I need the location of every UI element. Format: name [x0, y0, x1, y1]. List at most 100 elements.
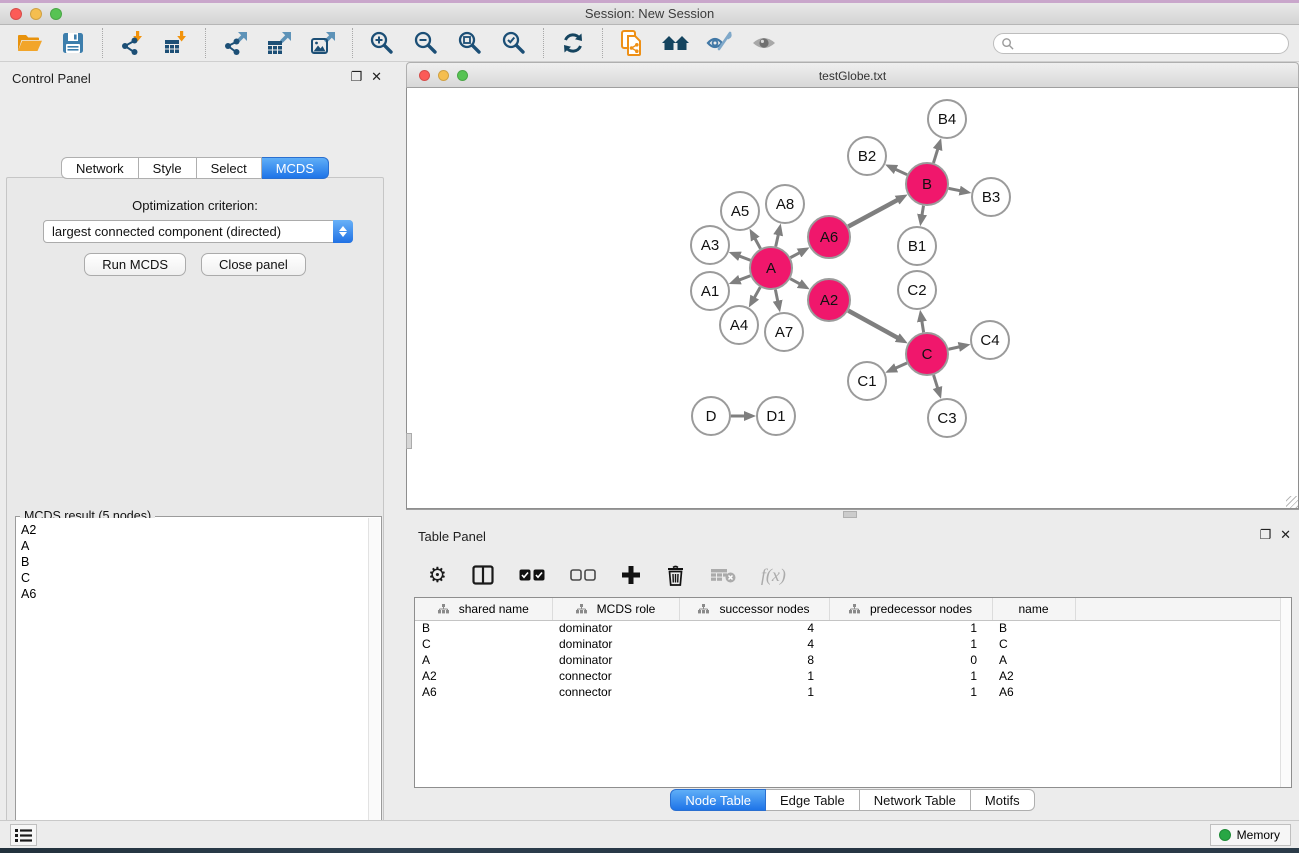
- graph-node-D1[interactable]: D1: [757, 397, 795, 435]
- search-input[interactable]: [1014, 35, 1288, 52]
- tab-select[interactable]: Select: [197, 157, 262, 179]
- graph-node-B[interactable]: B: [906, 163, 948, 205]
- graph-edge-A-A6[interactable]: [790, 253, 799, 258]
- tab-edge-table[interactable]: Edge Table: [766, 789, 860, 811]
- function-builder-icon[interactable]: f(x): [761, 565, 786, 586]
- import-table-icon[interactable]: [161, 28, 191, 58]
- graph-edge-C-C3[interactable]: [934, 375, 938, 388]
- graph-node-B4[interactable]: B4: [928, 100, 966, 138]
- float-table-panel-icon[interactable]: ❐: [1259, 528, 1271, 542]
- graph-edge-B-B2[interactable]: [895, 169, 907, 175]
- graph-node-A2[interactable]: A2: [808, 279, 850, 321]
- graph-node-A6[interactable]: A6: [808, 216, 850, 258]
- graph-node-D[interactable]: D: [692, 397, 730, 435]
- close-panel-button[interactable]: Close panel: [201, 253, 306, 276]
- export-network-icon[interactable]: [220, 28, 250, 58]
- zoom-in-icon[interactable]: [367, 28, 397, 58]
- table-row[interactable]: Adominator80A: [415, 652, 1281, 668]
- graph-node-B1[interactable]: B1: [898, 227, 936, 265]
- open-file-icon[interactable]: [14, 28, 44, 58]
- graph-node-C3[interactable]: C3: [928, 399, 966, 437]
- delete-column-trash-icon[interactable]: [666, 565, 685, 586]
- deselect-all-checkboxes-icon[interactable]: [570, 569, 596, 581]
- column-header-name[interactable]: name: [992, 598, 1075, 620]
- graph-node-A7[interactable]: A7: [765, 313, 803, 351]
- mcds-result-item[interactable]: B: [21, 554, 368, 570]
- mcds-result-item[interactable]: A6: [21, 586, 368, 602]
- graph-node-A[interactable]: A: [750, 247, 792, 289]
- graph-edge-B-B1[interactable]: [922, 206, 924, 216]
- tab-network[interactable]: Network: [61, 157, 139, 179]
- add-column-icon[interactable]: [621, 565, 641, 585]
- column-header-successor-nodes[interactable]: successor nodes: [679, 598, 829, 620]
- export-table-icon[interactable]: [264, 28, 294, 58]
- task-history-button[interactable]: [10, 824, 37, 846]
- mcds-result-item[interactable]: A: [21, 538, 368, 554]
- new-network-from-selection-icon[interactable]: [617, 28, 647, 58]
- zoom-out-icon[interactable]: [411, 28, 441, 58]
- float-panel-icon[interactable]: ❐: [350, 70, 362, 84]
- mcds-result-item[interactable]: A2: [21, 522, 368, 538]
- graph-node-B2[interactable]: B2: [848, 137, 886, 175]
- network-window-titlebar[interactable]: testGlobe.txt: [406, 62, 1299, 88]
- import-network-icon[interactable]: [117, 28, 147, 58]
- table-scrollbar[interactable]: [1280, 598, 1291, 787]
- graph-node-C1[interactable]: C1: [848, 362, 886, 400]
- graph-edge-A-A4[interactable]: [754, 287, 760, 298]
- column-layout-icon[interactable]: [472, 565, 494, 585]
- criterion-dropdown[interactable]: largest connected component (directed): [43, 220, 353, 243]
- graph-edge-A-A2[interactable]: [790, 279, 800, 284]
- network-canvas[interactable]: B4B2BB3A8A5A6A3B1AC2A1A2A4A7C4CC1DD1C3: [406, 88, 1299, 509]
- canvas-resize-corner[interactable]: [1286, 496, 1298, 508]
- table-settings-gear-icon[interactable]: ⚙: [428, 565, 447, 586]
- first-neighbors-icon[interactable]: [661, 28, 691, 58]
- graph-edge-B-B3[interactable]: [949, 188, 961, 190]
- tab-node-table[interactable]: Node Table: [670, 789, 766, 811]
- zoom-selected-icon[interactable]: [499, 28, 529, 58]
- canvas-left-grip[interactable]: [406, 433, 412, 449]
- tab-mcds[interactable]: MCDS: [262, 157, 329, 179]
- graph-node-C[interactable]: C: [906, 333, 948, 375]
- tab-network-table[interactable]: Network Table: [860, 789, 971, 811]
- graph-node-A3[interactable]: A3: [691, 226, 729, 264]
- graph-edge-A-A3[interactable]: [739, 256, 750, 260]
- mcds-list-scrollbar[interactable]: [368, 518, 380, 853]
- zoom-fit-icon[interactable]: [455, 28, 485, 58]
- show-all-icon[interactable]: [749, 28, 779, 58]
- graph-node-A1[interactable]: A1: [691, 272, 729, 310]
- graph-node-A4[interactable]: A4: [720, 306, 758, 344]
- graph-edge-B-B4[interactable]: [933, 149, 937, 163]
- memory-button[interactable]: Memory: [1210, 824, 1291, 846]
- save-session-icon[interactable]: [58, 28, 88, 58]
- graph-node-A5[interactable]: A5: [721, 192, 759, 230]
- graph-edge-A-A1[interactable]: [739, 276, 750, 280]
- graph-edge-C-C4[interactable]: [948, 347, 959, 350]
- refresh-icon[interactable]: [558, 28, 588, 58]
- column-header-MCDS-role[interactable]: MCDS role: [552, 598, 679, 620]
- split-divider-grip[interactable]: [843, 511, 857, 518]
- graph-edge-C-C2[interactable]: [922, 321, 924, 333]
- table-row[interactable]: A2connector11A2: [415, 668, 1281, 684]
- column-header-shared-name[interactable]: shared name: [415, 598, 552, 620]
- table-row[interactable]: Bdominator41B: [415, 620, 1281, 636]
- close-panel-icon[interactable]: ✕: [371, 70, 382, 84]
- graph-node-B3[interactable]: B3: [972, 178, 1010, 216]
- mcds-result-item[interactable]: C: [21, 570, 368, 586]
- hide-selected-icon[interactable]: [705, 28, 735, 58]
- tab-style[interactable]: Style: [139, 157, 197, 179]
- delete-table-icon[interactable]: [710, 567, 736, 583]
- select-all-checkboxes-icon[interactable]: [519, 569, 545, 581]
- mcds-result-list[interactable]: A2ABCA6: [17, 518, 368, 853]
- run-mcds-button[interactable]: Run MCDS: [84, 253, 186, 276]
- graph-edge-A2-C[interactable]: [848, 311, 898, 338]
- graph-edge-A-A7[interactable]: [775, 290, 777, 302]
- tab-motifs[interactable]: Motifs: [971, 789, 1035, 811]
- network-graph[interactable]: B4B2BB3A8A5A6A3B1AC2A1A2A4A7C4CC1DD1C3: [407, 88, 1298, 507]
- graph-node-C2[interactable]: C2: [898, 271, 936, 309]
- graph-node-C4[interactable]: C4: [971, 321, 1009, 359]
- close-table-panel-icon[interactable]: ✕: [1280, 528, 1291, 542]
- column-header-predecessor-nodes[interactable]: predecessor nodes: [829, 598, 992, 620]
- table-row[interactable]: Cdominator41C: [415, 636, 1281, 652]
- graph-edge-A-A5[interactable]: [755, 238, 761, 248]
- search-field[interactable]: [993, 33, 1289, 54]
